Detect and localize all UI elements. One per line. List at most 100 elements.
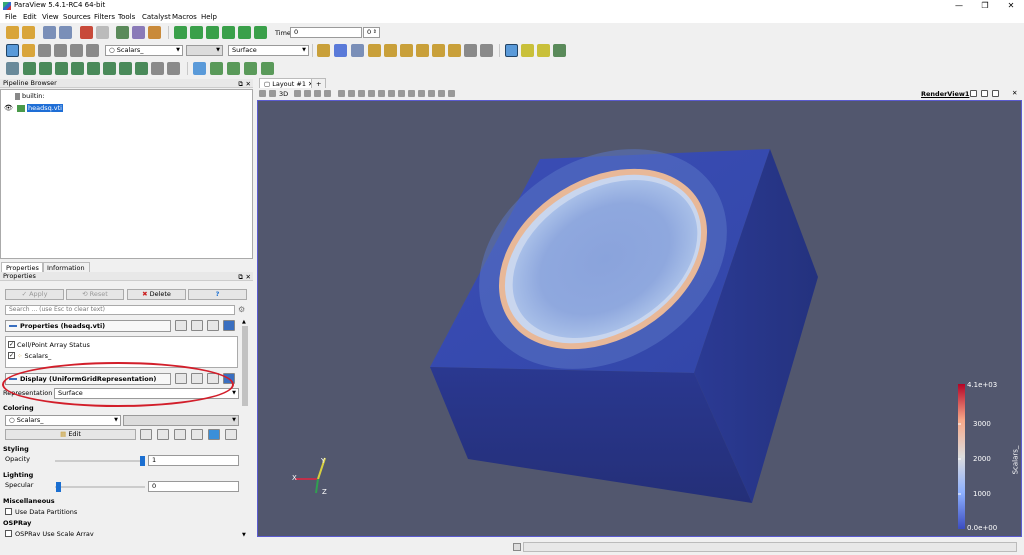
add-layout-tab-button[interactable]: +	[311, 78, 327, 88]
play-icon[interactable]	[206, 26, 219, 39]
menu-tools[interactable]: Tools	[118, 13, 135, 21]
select-cells-through-icon[interactable]	[324, 90, 331, 97]
render-view-label[interactable]: RenderView1	[921, 90, 969, 98]
close-button[interactable]: ✕	[998, 0, 1024, 12]
slice-icon[interactable]	[55, 62, 68, 75]
property-search-input[interactable]: Search ... (use Esc to clear text)	[5, 305, 235, 315]
next-frame-icon[interactable]	[222, 26, 235, 39]
tab-properties[interactable]: Properties	[1, 262, 44, 272]
tab-information[interactable]: Information	[42, 262, 90, 272]
pointer-icon[interactable]	[438, 90, 445, 97]
undo-icon[interactable]	[80, 26, 93, 39]
properties-scrollbar[interactable]: ▲ ▼	[241, 320, 249, 538]
choose-preset-icon[interactable]	[191, 429, 203, 440]
toggle-camera-icon[interactable]	[269, 90, 276, 97]
link-camera-icon[interactable]	[261, 62, 274, 75]
rescale-custom-icon[interactable]	[54, 44, 67, 57]
scalars-checkbox[interactable]: ✓	[8, 352, 15, 359]
representation-select[interactable]: Surface ▼	[228, 45, 309, 56]
connect-icon[interactable]	[116, 26, 129, 39]
select-polygon-icon[interactable]	[348, 90, 355, 97]
rescale-data-range-icon[interactable]	[140, 429, 152, 440]
find-data-icon[interactable]	[418, 90, 425, 97]
save-state-icon[interactable]	[59, 26, 72, 39]
threshold-icon[interactable]	[71, 62, 84, 75]
opacity-slider-handle[interactable]	[140, 456, 145, 466]
minimize-button[interactable]: —	[946, 0, 972, 12]
visibility-eye-icon[interactable]: 👁	[4, 104, 13, 112]
memory-inspector-icon[interactable]	[513, 543, 521, 551]
set-view-plus-x-icon[interactable]	[368, 44, 381, 57]
pick-center-icon[interactable]	[537, 44, 550, 57]
menu-filters[interactable]: Filters	[94, 13, 115, 21]
menu-help[interactable]: Help	[201, 13, 217, 21]
reset-button[interactable]: ⟲ Reset	[66, 289, 124, 300]
ospray-scale-array-checkbox[interactable]	[5, 530, 12, 537]
rescale-temporal-icon[interactable]	[86, 44, 99, 57]
opacity-slider[interactable]	[55, 460, 145, 462]
reset-range-icon[interactable]	[38, 44, 51, 57]
set-view-plus-z-icon[interactable]	[432, 44, 445, 57]
hover-points-icon[interactable]	[378, 90, 385, 97]
float-panel-icon[interactable]: ⧉	[238, 80, 243, 89]
camera-undo-icon[interactable]	[210, 62, 223, 75]
maximize-view-icon[interactable]	[992, 90, 999, 97]
properties-section-header[interactable]: Properties (headsq.vti)	[5, 320, 171, 332]
apply-button[interactable]: ✓ Apply	[5, 289, 64, 300]
camera-redo-icon[interactable]	[227, 62, 240, 75]
redo-icon[interactable]	[96, 26, 109, 39]
float-panel-icon[interactable]: ⧉	[238, 273, 243, 282]
maximize-button[interactable]: ❐	[972, 0, 998, 12]
toggle-3d-button[interactable]: 3D	[279, 90, 288, 98]
extract-subset-icon[interactable]	[87, 62, 100, 75]
advanced-gear-icon[interactable]: ⚙	[238, 305, 245, 314]
first-frame-icon[interactable]	[174, 26, 187, 39]
scrollbar-thumb[interactable]	[242, 326, 248, 406]
edit-color-map-icon[interactable]	[22, 44, 35, 57]
select-points-through-icon[interactable]	[338, 90, 345, 97]
previous-frame-icon[interactable]	[190, 26, 203, 39]
scroll-down-icon[interactable]: ▼	[242, 533, 248, 538]
save-data-icon[interactable]	[22, 26, 35, 39]
interaction-mode-icon[interactable]	[244, 62, 257, 75]
rotate-minus-90-icon[interactable]	[480, 44, 493, 57]
use-data-partitions-checkbox[interactable]	[5, 508, 12, 515]
color-array-select[interactable]: ○ Scalars_ ▼	[105, 45, 183, 56]
extract-level-icon[interactable]	[167, 62, 180, 75]
disconnect-icon[interactable]	[132, 26, 145, 39]
warp-by-vector-icon[interactable]	[135, 62, 148, 75]
component-select[interactable]: ▼	[186, 45, 223, 56]
toggle-color-legend-icon[interactable]	[6, 44, 19, 57]
select-points-on-icon[interactable]	[314, 90, 321, 97]
pipeline-root[interactable]: builtin:	[15, 92, 45, 101]
opacity-input[interactable]: 1	[148, 455, 239, 466]
specular-slider-handle[interactable]	[56, 482, 61, 492]
hover-cells-icon[interactable]	[388, 90, 395, 97]
close-panel-icon[interactable]: ✕	[246, 273, 251, 281]
split-horizontal-icon[interactable]	[970, 90, 977, 97]
capture-screenshot-icon[interactable]	[259, 90, 266, 97]
set-view-minus-z-icon[interactable]	[448, 44, 461, 57]
restore-defaults-icon[interactable]	[207, 320, 219, 331]
rotate-plus-90-icon[interactable]	[464, 44, 477, 57]
open-file-icon[interactable]	[6, 26, 19, 39]
reset-camera-icon[interactable]	[317, 44, 330, 57]
menu-macros[interactable]: Macros	[172, 13, 197, 21]
close-view-icon[interactable]: ✕	[1012, 89, 1017, 97]
time-step-spinbox[interactable]: 0 ⇕	[363, 27, 380, 38]
load-state-icon[interactable]	[43, 26, 56, 39]
tab-layout-1[interactable]: ▢ Layout #1 ✕	[259, 78, 319, 88]
edit-color-map-button[interactable]: ▦ Edit	[5, 429, 136, 440]
zoom-to-box-icon[interactable]	[351, 44, 364, 57]
menu-sources[interactable]: Sources	[63, 13, 91, 21]
split-vertical-icon[interactable]	[981, 90, 988, 97]
extract-selection-icon[interactable]	[428, 90, 435, 97]
set-view-plus-y-icon[interactable]	[400, 44, 413, 57]
specular-slider[interactable]	[55, 486, 145, 488]
menu-edit[interactable]: Edit	[23, 13, 37, 21]
time-input[interactable]: 0	[290, 27, 362, 38]
specular-input[interactable]: 0	[148, 481, 239, 492]
edit-color-icon[interactable]	[193, 62, 206, 75]
menu-view[interactable]: View	[42, 13, 59, 21]
calculator-icon[interactable]	[6, 62, 19, 75]
